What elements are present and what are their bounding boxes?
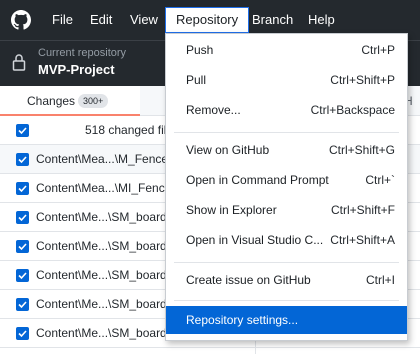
menu-item-label: Open in Visual Studio C... xyxy=(186,233,324,247)
checkmark-icon xyxy=(18,156,27,164)
menu-file[interactable]: File xyxy=(52,0,73,40)
checkmark-icon xyxy=(18,301,27,309)
menu-item-open-in-visual-studio-code[interactable]: Open in Visual Studio C... Ctrl+Shift+A xyxy=(166,226,407,254)
menu-separator xyxy=(174,262,399,263)
menu-item-shortcut: Ctrl+Shift+A xyxy=(330,233,395,247)
menu-item-pull[interactable]: Pull Ctrl+Shift+P xyxy=(166,66,407,94)
checkmark-icon xyxy=(18,214,27,222)
file-path: Content\Mea...\MI_Fence xyxy=(36,181,172,195)
menu-separator xyxy=(174,132,399,133)
menu-item-label: Show in Explorer xyxy=(186,203,277,217)
github-icon[interactable] xyxy=(11,10,31,30)
file-checkbox[interactable] xyxy=(16,327,29,340)
menu-item-shortcut: Ctrl+I xyxy=(365,273,395,287)
file-checkbox[interactable] xyxy=(16,182,29,195)
menu-item-label: Push xyxy=(186,43,214,57)
file-checkbox[interactable] xyxy=(16,211,29,224)
tab-changes-label: Changes xyxy=(27,94,76,108)
menu-separator xyxy=(174,300,399,301)
file-path: Content\Me...\SM_board xyxy=(36,239,167,253)
menu-item-label: Remove... xyxy=(186,103,241,117)
menu-item-label: View on GitHub xyxy=(186,143,270,157)
checkmark-icon xyxy=(18,330,27,338)
checkmark-icon xyxy=(18,185,27,193)
menu-item-label: Pull xyxy=(186,73,207,87)
menu-item-label: Repository settings... xyxy=(186,313,299,327)
file-path: Content\Mea...\M_Fence xyxy=(36,152,169,166)
file-checkbox[interactable] xyxy=(16,240,29,253)
menu-item-shortcut: Ctrl+` xyxy=(365,173,395,187)
menu-view[interactable]: View xyxy=(130,0,158,40)
tab-changes[interactable]: Changes 300+ xyxy=(0,86,140,116)
repository-name: MVP-Project xyxy=(38,62,115,77)
menu-item-push[interactable]: Push Ctrl+P xyxy=(166,36,407,64)
file-path: Content\Me...\SM_board xyxy=(36,326,167,340)
file-path: Content\Me...\SM_board xyxy=(36,297,167,311)
changes-count-badge: 300+ xyxy=(78,94,109,108)
file-checkbox[interactable] xyxy=(16,298,29,311)
menu-item-label: Open in Command Prompt xyxy=(186,173,329,187)
menu-item-repository-settings[interactable]: Repository settings... xyxy=(166,306,407,334)
changed-files-summary: 518 changed fil xyxy=(85,123,167,137)
menu-item-create-issue-on-github[interactable]: Create issue on GitHub Ctrl+I xyxy=(166,266,407,294)
menu-item-shortcut: Ctrl+Shift+P xyxy=(330,73,395,87)
menu-item-remove[interactable]: Remove... Ctrl+Backspace xyxy=(166,96,407,124)
file-path: Content\Me...\SM_board xyxy=(36,210,167,224)
menu-item-open-in-command-prompt[interactable]: Open in Command Prompt Ctrl+` xyxy=(166,166,407,194)
menu-item-label: Create issue on GitHub xyxy=(186,273,311,287)
file-checkbox[interactable] xyxy=(16,269,29,282)
menu-repository[interactable]: Repository xyxy=(165,7,250,33)
menu-item-shortcut: Ctrl+Shift+G xyxy=(328,143,395,157)
menu-item-show-in-explorer[interactable]: Show in Explorer Ctrl+Shift+F xyxy=(166,196,407,224)
repository-caption: Current repository xyxy=(38,47,127,59)
menu-item-shortcut: Ctrl+P xyxy=(361,43,395,57)
menu-item-shortcut: Ctrl+Backspace xyxy=(310,103,395,117)
checkmark-icon xyxy=(18,272,27,280)
lock-icon xyxy=(12,54,26,71)
file-checkbox[interactable] xyxy=(16,153,29,166)
menu-edit[interactable]: Edit xyxy=(90,0,112,40)
file-path: Content\Me...\SM_board xyxy=(36,268,167,282)
menu-item-shortcut: Ctrl+Shift+F xyxy=(330,203,395,217)
checkmark-icon xyxy=(18,127,27,135)
select-all-checkbox[interactable] xyxy=(16,124,29,137)
menu-item-view-on-github[interactable]: View on GitHub Ctrl+Shift+G xyxy=(166,136,407,164)
repository-menu-dropdown: Push Ctrl+P Pull Ctrl+Shift+P Remove... … xyxy=(165,33,408,341)
checkmark-icon xyxy=(18,243,27,251)
